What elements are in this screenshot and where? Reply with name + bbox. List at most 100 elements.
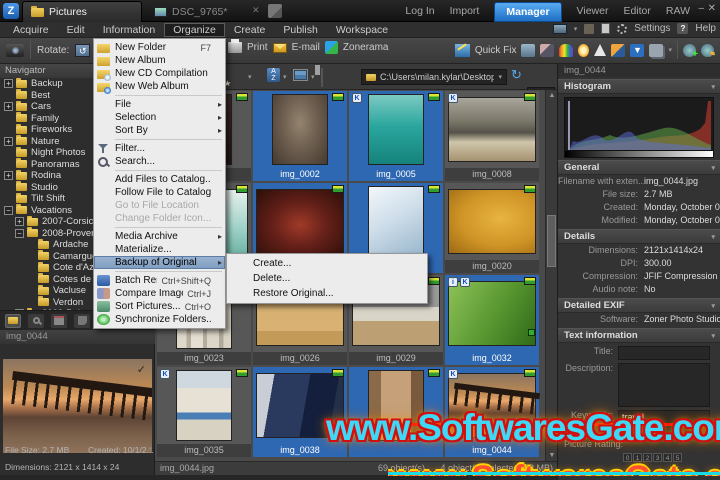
menu-item-search[interactable]: Search... bbox=[94, 155, 225, 168]
quick-fix-icon[interactable] bbox=[454, 43, 470, 57]
expander-icon[interactable]: + bbox=[4, 171, 13, 181]
thumbnail-size-slider[interactable] bbox=[315, 65, 323, 87]
tab-dsc-9765[interactable]: DSC_9765* bbox=[146, 1, 268, 22]
new-tab-icon[interactable] bbox=[268, 4, 282, 18]
menu-item-file[interactable]: File ▸ bbox=[94, 98, 225, 111]
mode-import[interactable]: Import bbox=[450, 5, 480, 17]
stack-icon[interactable] bbox=[649, 43, 664, 57]
menu-item-new-album[interactable]: New Album bbox=[94, 54, 225, 67]
mode-raw[interactable]: RAW bbox=[666, 5, 690, 17]
submenu-item-restore-original[interactable]: Restore Original... bbox=[227, 286, 427, 301]
preview-image[interactable]: ✓ bbox=[3, 359, 152, 453]
menu-item-filter[interactable]: Filter... bbox=[94, 142, 225, 155]
tag-icon[interactable] bbox=[584, 23, 595, 34]
section-header-details[interactable]: Details ▾ bbox=[558, 229, 720, 244]
folders-tab-icon[interactable] bbox=[5, 313, 21, 328]
expander-icon[interactable]: + bbox=[4, 79, 13, 89]
menu-acquire[interactable]: Acquire bbox=[4, 23, 58, 37]
help-icon[interactable]: ? bbox=[677, 23, 689, 34]
menu-organize[interactable]: Organize bbox=[164, 23, 225, 37]
chevron-down-icon[interactable]: ▾ bbox=[668, 46, 672, 54]
settings-button[interactable]: Settings bbox=[634, 23, 670, 34]
print-icon[interactable] bbox=[228, 39, 242, 53]
path-box[interactable]: C:\Users\milan.kylar\Desktop\Pictu ▾ bbox=[361, 69, 507, 85]
menu-item-go-to-file-location[interactable]: Go to File Location bbox=[94, 199, 225, 212]
refresh-icon[interactable]: ↻ bbox=[511, 68, 522, 82]
menu-workspace[interactable]: Workspace bbox=[327, 23, 397, 37]
section-header-general[interactable]: General ▾ bbox=[558, 160, 720, 175]
calendar-tab-icon[interactable] bbox=[51, 313, 67, 328]
export-icon[interactable]: ▼ bbox=[630, 43, 645, 57]
sort-az-icon[interactable]: AZ bbox=[267, 68, 280, 82]
minimize-button[interactable]: – bbox=[698, 3, 704, 14]
adjust-image-icon[interactable] bbox=[611, 43, 626, 57]
menu-publish[interactable]: Publish bbox=[274, 23, 326, 37]
gps-flag-icon[interactable] bbox=[701, 43, 716, 59]
chevron-down-icon[interactable]: ▾ bbox=[311, 73, 315, 81]
mode-viewer[interactable]: Viewer bbox=[577, 5, 609, 17]
menu-item-media-archive[interactable]: Media Archive ▸ bbox=[94, 230, 225, 243]
thumbnail-img_0002[interactable]: img_0002 bbox=[253, 91, 347, 181]
page-icon[interactable] bbox=[601, 23, 611, 34]
description-field[interactable] bbox=[618, 363, 710, 407]
expander-icon[interactable]: + bbox=[4, 136, 13, 146]
chevron-down-icon[interactable]: ▾ bbox=[498, 73, 502, 81]
section-header-detailed-exif[interactable]: Detailed EXIF ▾ bbox=[558, 298, 720, 313]
expander-icon[interactable]: − bbox=[15, 228, 24, 238]
mode-manager[interactable]: Manager bbox=[494, 1, 562, 22]
menu-item-materialize[interactable]: Materialize... bbox=[94, 243, 225, 256]
chevron-down-icon[interactable]: ▾ bbox=[283, 73, 287, 81]
section-header-histogram[interactable]: Histogram ▾ bbox=[558, 79, 720, 94]
tab-pictures[interactable]: Pictures bbox=[22, 1, 142, 22]
email-icon[interactable] bbox=[272, 42, 287, 53]
thumbnail-img_0005[interactable]: Kimg_0005 bbox=[349, 91, 443, 181]
expander-icon[interactable]: − bbox=[4, 205, 13, 215]
chevron-down-icon[interactable]: ▾ bbox=[248, 73, 252, 81]
view-grid-icon[interactable] bbox=[293, 69, 308, 81]
thumbnail-img_0008[interactable]: Kimg_0008 bbox=[445, 91, 539, 181]
menu-item-new-cd-compilation[interactable]: New CD Compilation bbox=[94, 67, 225, 81]
mode-log-in[interactable]: Log In bbox=[405, 5, 434, 17]
menu-item-synchronize-folders[interactable]: Synchronize Folders... bbox=[94, 313, 225, 326]
zonerama-button[interactable]: Zonerama bbox=[343, 42, 389, 53]
menu-item-new-web-album[interactable]: New Web Album bbox=[94, 80, 225, 94]
quick-fix-button[interactable]: Quick Fix bbox=[475, 45, 517, 56]
gear-icon[interactable] bbox=[617, 23, 628, 34]
menu-item-new-folder[interactable]: New Folder F7 bbox=[94, 41, 225, 54]
camera-acquire-icon[interactable] bbox=[6, 43, 24, 57]
bulb-lights-icon[interactable] bbox=[578, 43, 590, 57]
title-field[interactable] bbox=[618, 346, 710, 360]
submenu-item-create[interactable]: Create... bbox=[227, 256, 427, 271]
menu-item-sort-by[interactable]: Sort By ▸ bbox=[94, 124, 225, 137]
thumbnail-img_0032[interactable]: i Kimg_0032 bbox=[445, 275, 539, 365]
thumbnail-img_0020[interactable]: img_0020 bbox=[445, 183, 539, 273]
email-button[interactable]: E-mail bbox=[292, 42, 320, 53]
search-tab-icon[interactable] bbox=[28, 313, 44, 328]
print-button[interactable]: Print bbox=[247, 42, 268, 53]
menu-item-compare-images[interactable]: Compare Images...Ctrl+J bbox=[94, 287, 225, 300]
expander-icon[interactable]: + bbox=[15, 217, 24, 227]
expander-icon[interactable]: + bbox=[4, 102, 13, 112]
menu-item-backup-of-original[interactable]: Backup of Original ▸ bbox=[94, 256, 225, 269]
menu-item-add-files-to-catalog[interactable]: Add Files to Catalog... bbox=[94, 173, 225, 186]
scrollbar-thumb[interactable] bbox=[547, 215, 556, 267]
grid-scrollbar[interactable]: ▲ ▼ bbox=[545, 90, 557, 461]
close-button[interactable]: ✕ bbox=[708, 3, 716, 14]
menu-item-follow-file-to-catalog[interactable]: Follow File to Catalog bbox=[94, 186, 225, 199]
chevron-down-icon[interactable]: ▾ bbox=[574, 25, 578, 33]
menu-item-batch-rename[interactable]: Batch Rename...Ctrl+Shift+Q bbox=[94, 274, 225, 287]
chevron-down-icon[interactable]: ▾ bbox=[148, 445, 152, 453]
keywords-tab-icon[interactable] bbox=[74, 313, 90, 328]
gps-add-icon[interactable] bbox=[683, 43, 698, 60]
menu-create[interactable]: Create bbox=[225, 23, 275, 37]
display-mode-icon[interactable] bbox=[552, 23, 567, 34]
menu-edit[interactable]: Edit bbox=[58, 23, 94, 37]
menu-information[interactable]: Information bbox=[94, 23, 165, 37]
sharpen-triangle-icon[interactable] bbox=[594, 44, 607, 56]
menu-item-selection[interactable]: Selection ▸ bbox=[94, 111, 225, 124]
edit-brush-icon[interactable] bbox=[540, 43, 555, 57]
help-button[interactable]: Help bbox=[695, 23, 716, 34]
rainbow-colors-icon[interactable] bbox=[559, 43, 574, 57]
zonerama-icon[interactable] bbox=[324, 41, 338, 54]
mode-editor[interactable]: Editor bbox=[623, 5, 650, 17]
